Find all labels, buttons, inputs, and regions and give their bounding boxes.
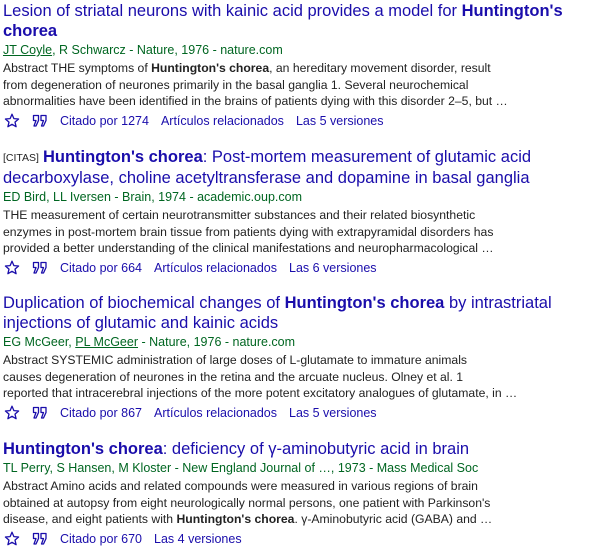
author-names: TL Perry, S Hansen, M Kloster xyxy=(3,461,172,475)
quote-icon[interactable] xyxy=(32,532,48,546)
snippet-line: provided a better understanding of the c… xyxy=(3,241,494,255)
title-text: by intrastriatal xyxy=(444,294,552,312)
quote-icon[interactable] xyxy=(32,261,48,275)
result-actions: Citado por 670 Las 4 versiones xyxy=(3,531,593,546)
title-bold-text: Huntington's chorea xyxy=(284,294,445,312)
result-source: - Nature, 1976 - nature.com xyxy=(138,335,296,349)
title-bold-text: chorea xyxy=(3,22,58,40)
title-text: Lesion of striatal neurons with kainic a… xyxy=(3,2,462,20)
result-item: Huntington's chorea: deficiency of γ-ami… xyxy=(3,438,593,546)
result-actions: Citado por 867 Artículos relacionados La… xyxy=(3,405,593,421)
versions-link[interactable]: Las 5 versiones xyxy=(296,113,384,129)
result-source: - New England Journal of …, 1973 - Mass … xyxy=(171,461,479,475)
versions-link[interactable]: Las 4 versiones xyxy=(154,531,242,546)
result-snippet: Abstract Amino acids and related compoun… xyxy=(3,478,593,528)
snippet-line: THE measurement of certain neurotransmit… xyxy=(3,208,476,222)
result-actions: Citado por 1274 Artículos relacionados L… xyxy=(3,113,593,129)
cited-by-link[interactable]: Citado por 1274 xyxy=(60,113,149,129)
star-icon[interactable] xyxy=(4,113,20,129)
author-name: EG McGeer xyxy=(3,335,69,349)
result-title-link[interactable]: Lesion of striatal neurons with kainic a… xyxy=(3,0,593,41)
result-authors: EG McGeer, PL McGeer - Nature, 1976 - na… xyxy=(3,335,296,349)
title-text: : deficiency of γ-aminobutyric acid in b… xyxy=(162,440,470,458)
snippet-line: causes degeneration of neurones in the r… xyxy=(3,369,464,384)
result-snippet: Abstract THE symptoms of Huntington's ch… xyxy=(3,60,593,110)
snippet-line: Abstract THE symptoms of Huntington's ch… xyxy=(3,61,491,75)
cited-by-link[interactable]: Citado por 670 xyxy=(60,531,142,546)
cited-by-link[interactable]: Citado por 664 xyxy=(60,260,142,276)
result-snippet: THE measurement of certain neurotransmit… xyxy=(3,207,593,257)
result-snippet: Abstract SYSTEMIC administration of larg… xyxy=(3,352,593,402)
quote-icon[interactable] xyxy=(32,406,48,420)
result-source: - Brain, 1974 - academic.oup.com xyxy=(110,190,302,204)
snippet-line: abnormalities have been identified in th… xyxy=(3,94,508,108)
versions-link[interactable]: Las 6 versiones xyxy=(289,260,377,276)
snippet-line: enzymes in post-mortem brain tissue from… xyxy=(3,224,494,239)
title-text: Duplication of biochemical changes of xyxy=(3,294,285,312)
related-articles-link[interactable]: Artículos relacionados xyxy=(154,405,277,421)
author-link[interactable]: PL McGeer xyxy=(75,335,138,349)
title-bold-text: Huntington's chorea xyxy=(42,148,203,166)
title-text: : Post-mortem measurement of glutamic ac… xyxy=(202,148,532,166)
result-source: - Nature, 1976 - nature.com xyxy=(125,43,283,57)
result-authors: TL Perry, S Hansen, M Kloster - New Engl… xyxy=(3,460,593,476)
result-authors: ED Bird, LL Iversen - Brain, 1974 - acad… xyxy=(3,189,593,205)
author-names: ED Bird, LL Iversen xyxy=(3,190,111,204)
star-icon[interactable] xyxy=(4,405,20,421)
result-actions: Citado por 664 Artículos relacionados La… xyxy=(3,260,593,276)
snippet-line: Abstract SYSTEMIC administration of larg… xyxy=(3,353,467,367)
snippet-line: obtained at autopsy from eight neurologi… xyxy=(3,495,491,510)
result-item: Lesion of striatal neurons with kainic a… xyxy=(3,0,593,146)
title-text: decarboxylase, choline acetyltransferase… xyxy=(3,169,530,187)
snippet-line: Abstract Amino acids and related compoun… xyxy=(3,479,478,493)
title-text: injections of glutamic and kainic acids xyxy=(3,314,279,332)
author-link[interactable]: JT Coyle xyxy=(3,43,52,57)
star-icon[interactable] xyxy=(4,260,20,276)
search-results: Lesion of striatal neurons with kainic a… xyxy=(3,0,593,546)
result-title-link[interactable]: Duplication of biochemical changes of Hu… xyxy=(3,292,593,333)
title-bold-text: Huntington's xyxy=(461,2,563,20)
snippet-line: reported that intracerebral injections o… xyxy=(3,386,518,400)
related-articles-link[interactable]: Artículos relacionados xyxy=(161,113,284,129)
result-item: [CITAS] Huntington's chorea: Post-mortem … xyxy=(3,146,593,292)
result-item: Duplication of biochemical changes of Hu… xyxy=(3,292,593,438)
citation-tag: [CITAS] xyxy=(3,152,39,164)
versions-link[interactable]: Las 5 versiones xyxy=(289,405,377,421)
quote-icon[interactable] xyxy=(32,114,48,128)
title-bold-text: Huntington's chorea xyxy=(3,440,163,458)
cited-by-link[interactable]: Citado por 867 xyxy=(60,405,142,421)
result-title-link[interactable]: [CITAS] Huntington's chorea: Post-mortem … xyxy=(3,146,593,188)
result-title-link[interactable]: Huntington's chorea: deficiency of γ-ami… xyxy=(3,438,593,459)
snippet-line: disease, and eight patients with Hunting… xyxy=(3,512,493,526)
snippet-line: from degeneration of neurones primarily … xyxy=(3,77,469,92)
related-articles-link[interactable]: Artículos relacionados xyxy=(154,260,277,276)
result-authors: JT Coyle, R Schwarcz - Nature, 1976 - na… xyxy=(3,43,283,57)
star-icon[interactable] xyxy=(4,531,20,546)
author-name: R Schwarcz xyxy=(59,43,126,57)
